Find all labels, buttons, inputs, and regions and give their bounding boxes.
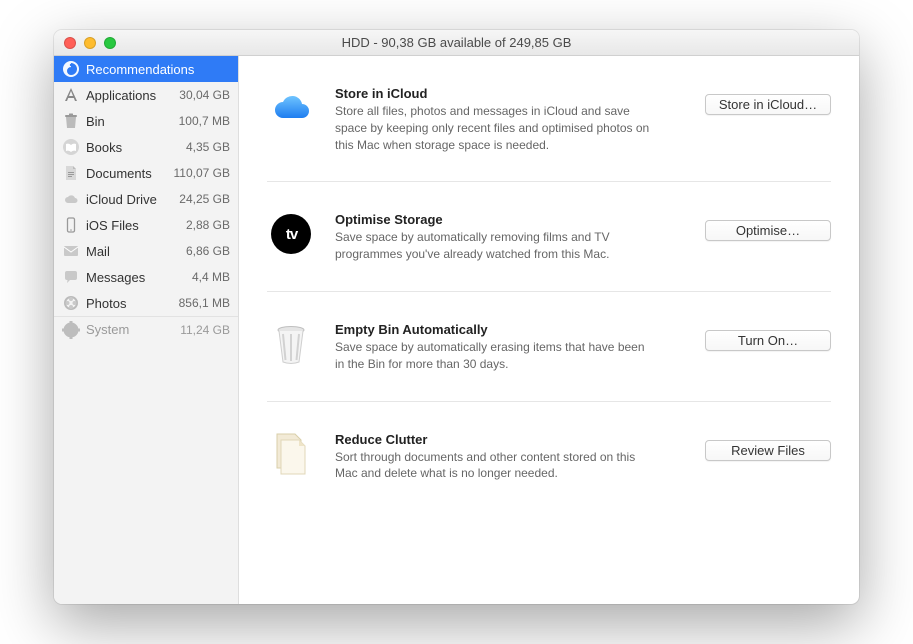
sidebar-item-label: Photos [86, 296, 173, 311]
sidebar-item-label: System [86, 322, 174, 337]
sidebar-item-books[interactable]: Books 4,35 GB [54, 134, 238, 160]
window-title: HDD - 90,38 GB available of 249,85 GB [64, 35, 849, 50]
sidebar-item-label: iCloud Drive [86, 192, 173, 207]
sidebar-item-label: Documents [86, 166, 168, 181]
sidebar-item-system[interactable]: System 11,24 GB [54, 316, 238, 342]
window-controls [64, 37, 116, 49]
rec-title: Optimise Storage [335, 212, 685, 227]
appletv-icon: tv [267, 210, 315, 258]
sidebar-item-size: 24,25 GB [179, 192, 230, 206]
documents-big-icon [267, 430, 315, 478]
gear-icon [62, 321, 80, 339]
sidebar-item-size: 11,24 GB [180, 323, 230, 337]
rec-optimise-storage: tv Optimise Storage Save space by automa… [267, 182, 831, 292]
close-button[interactable] [64, 37, 76, 49]
sidebar-item-size: 6,86 GB [186, 244, 230, 258]
rec-title: Store in iCloud [335, 86, 685, 101]
sidebar-item-ios-files[interactable]: iOS Files 2,88 GB [54, 212, 238, 238]
storage-window: HDD - 90,38 GB available of 249,85 GB Re… [54, 30, 859, 604]
sidebar-item-size: 856,1 MB [179, 296, 230, 310]
sidebar-item-label: Bin [86, 114, 173, 129]
sidebar-item-mail[interactable]: Mail 6,86 GB [54, 238, 238, 264]
sidebar-item-size: 4,4 MB [192, 270, 230, 284]
applications-icon [62, 86, 80, 104]
iphone-icon [62, 216, 80, 234]
sidebar: Recommendations Applications 30,04 GB Bi… [54, 56, 239, 604]
sidebar-item-size: 4,35 GB [186, 140, 230, 154]
rec-desc: Save space by automatically removing fil… [335, 229, 655, 263]
sidebar-item-size: 110,07 GB [174, 166, 230, 180]
store-in-icloud-button[interactable]: Store in iCloud… [705, 94, 831, 115]
cloud-icon [62, 190, 80, 208]
zoom-button[interactable] [104, 37, 116, 49]
optimise-button[interactable]: Optimise… [705, 220, 831, 241]
sidebar-item-bin[interactable]: Bin 100,7 MB [54, 108, 238, 134]
trash-icon [62, 112, 80, 130]
sidebar-item-recommendations[interactable]: Recommendations [54, 56, 238, 82]
rec-desc: Save space by automatically erasing item… [335, 339, 655, 373]
sidebar-item-label: Mail [86, 244, 180, 259]
recommendations-icon [62, 60, 80, 78]
messages-icon [62, 268, 80, 286]
sidebar-item-label: Books [86, 140, 180, 155]
icloud-icon [267, 84, 315, 132]
sidebar-item-size: 100,7 MB [179, 114, 230, 128]
sidebar-item-label: iOS Files [86, 218, 180, 233]
sidebar-item-icloud-drive[interactable]: iCloud Drive 24,25 GB [54, 186, 238, 212]
sidebar-item-messages[interactable]: Messages 4,4 MB [54, 264, 238, 290]
sidebar-item-label: Recommendations [86, 62, 230, 77]
sidebar-item-applications[interactable]: Applications 30,04 GB [54, 82, 238, 108]
trash-big-icon [267, 320, 315, 368]
sidebar-item-label: Messages [86, 270, 186, 285]
rec-title: Empty Bin Automatically [335, 322, 685, 337]
titlebar: HDD - 90,38 GB available of 249,85 GB [54, 30, 859, 56]
documents-icon [62, 164, 80, 182]
sidebar-item-size: 2,88 GB [186, 218, 230, 232]
rec-desc: Store all files, photos and messages in … [335, 103, 655, 153]
minimize-button[interactable] [84, 37, 96, 49]
rec-empty-bin: Empty Bin Automatically Save space by au… [267, 292, 831, 402]
sidebar-item-label: Applications [86, 88, 173, 103]
sidebar-item-photos[interactable]: Photos 856,1 MB [54, 290, 238, 316]
photos-icon [62, 294, 80, 312]
review-files-button[interactable]: Review Files [705, 440, 831, 461]
rec-reduce-clutter: Reduce Clutter Sort through documents an… [267, 402, 831, 511]
books-icon [62, 138, 80, 156]
rec-title: Reduce Clutter [335, 432, 685, 447]
sidebar-item-size: 30,04 GB [179, 88, 230, 102]
rec-store-icloud: Store in iCloud Store all files, photos … [267, 56, 831, 182]
rec-desc: Sort through documents and other content… [335, 449, 655, 483]
content-pane: Store in iCloud Store all files, photos … [239, 56, 859, 604]
mail-icon [62, 242, 80, 260]
sidebar-item-documents[interactable]: Documents 110,07 GB [54, 160, 238, 186]
turn-on-button[interactable]: Turn On… [705, 330, 831, 351]
